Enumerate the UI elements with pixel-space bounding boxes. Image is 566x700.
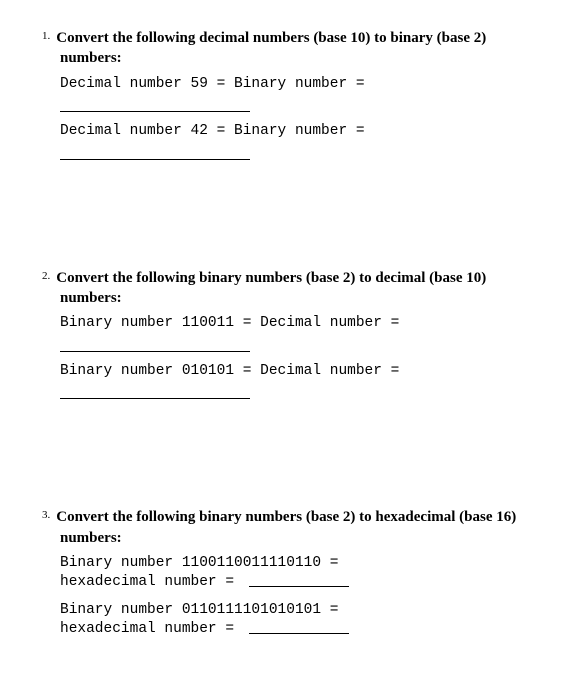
- answer-blank: [249, 633, 349, 634]
- question-3: 3. Convert the following binary numbers …: [60, 507, 522, 640]
- question-2: 2. Convert the following binary numbers …: [60, 268, 522, 400]
- answer-blank: [60, 338, 250, 352]
- problem-text: Decimal number 59 = Binary number =: [60, 75, 522, 95]
- problem-entry: Binary number 010101 = Decimal number =: [60, 362, 522, 400]
- problem-entry: Binary number 0110111101010101 = hexadec…: [60, 601, 522, 640]
- question-1: 1. Convert the following decimal numbers…: [60, 28, 522, 160]
- question-title: Convert the following binary numbers (ba…: [56, 270, 486, 306]
- problem-text: Decimal number 42 = Binary number =: [60, 122, 522, 142]
- question-number: 2.: [42, 270, 50, 282]
- problem-text-line2: hexadecimal number =: [60, 573, 522, 593]
- problem-text-line1: Binary number 0110111101010101 =: [60, 601, 522, 621]
- question-heading: 2. Convert the following binary numbers …: [60, 268, 522, 309]
- problem-entry: Binary number 110011 = Decimal number =: [60, 314, 522, 352]
- question-number: 3.: [42, 509, 50, 521]
- question-title: Convert the following decimal numbers (b…: [56, 30, 486, 66]
- question-number: 1.: [42, 30, 50, 42]
- problem-entry: Decimal number 59 = Binary number =: [60, 75, 522, 113]
- answer-blank: [60, 98, 250, 112]
- problem-text-line2: hexadecimal number =: [60, 620, 522, 640]
- question-heading: 3. Convert the following binary numbers …: [60, 507, 522, 548]
- problem-text: Binary number 010101 = Decimal number =: [60, 362, 522, 382]
- answer-blank: [60, 385, 250, 399]
- problem-entry: Decimal number 42 = Binary number =: [60, 122, 522, 160]
- question-title: Convert the following binary numbers (ba…: [56, 509, 516, 545]
- problem-text: Binary number 110011 = Decimal number =: [60, 314, 522, 334]
- problem-text-line1: Binary number 1100110011110110 =: [60, 554, 522, 574]
- question-heading: 1. Convert the following decimal numbers…: [60, 28, 522, 69]
- problem-entry: Binary number 1100110011110110 = hexadec…: [60, 554, 522, 593]
- answer-blank: [60, 146, 250, 160]
- hex-label: hexadecimal number =: [60, 621, 243, 637]
- hex-label: hexadecimal number =: [60, 574, 243, 590]
- answer-blank: [249, 586, 349, 587]
